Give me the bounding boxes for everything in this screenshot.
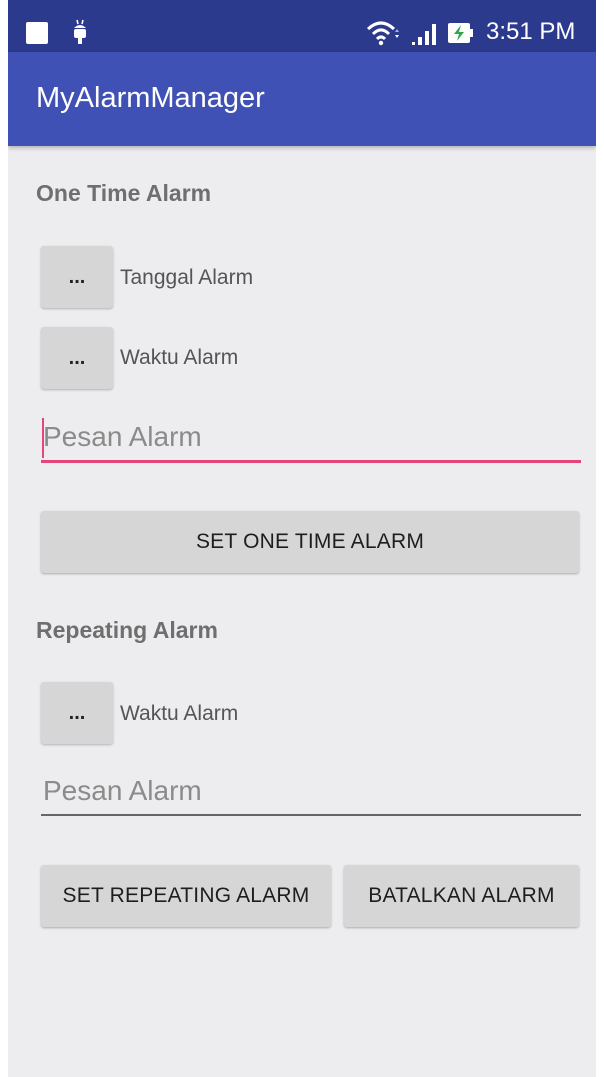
date-label: Tanggal Alarm [120, 266, 254, 289]
app-screen: 3:51 PM MyAlarmManager One Time Alarm ..… [8, 0, 596, 1077]
date-picker-button[interactable]: ... [41, 246, 113, 308]
time-picker-button[interactable]: ... [41, 327, 113, 389]
cancel-alarm-button[interactable]: BATALKAN ALARM [344, 865, 579, 927]
android-debug-icon [74, 19, 86, 44]
one-time-message-input[interactable] [41, 414, 581, 463]
repeating-message-input[interactable] [41, 768, 581, 816]
set-one-time-alarm-button[interactable]: SET ONE TIME ALARM [41, 511, 579, 573]
app-bar: MyAlarmManager [8, 52, 596, 146]
status-time: 3:51 PM [486, 18, 576, 45]
status-bar: 3:51 PM [8, 0, 596, 52]
app-title: MyAlarmManager [36, 82, 265, 114]
one-time-alarm-heading: One Time Alarm [36, 180, 212, 206]
notification-square-icon [26, 22, 48, 44]
text-cursor [42, 418, 44, 458]
wifi-icon [366, 21, 399, 46]
repeating-time-label: Waktu Alarm [120, 702, 239, 725]
battery-charging-icon [448, 23, 473, 43]
repeating-alarm-heading: Repeating Alarm [36, 617, 218, 643]
time-label: Waktu Alarm [120, 346, 239, 369]
repeating-time-picker-button[interactable]: ... [41, 682, 113, 744]
signal-icon [412, 24, 436, 45]
set-repeating-alarm-button[interactable]: SET REPEATING ALARM [41, 865, 331, 927]
